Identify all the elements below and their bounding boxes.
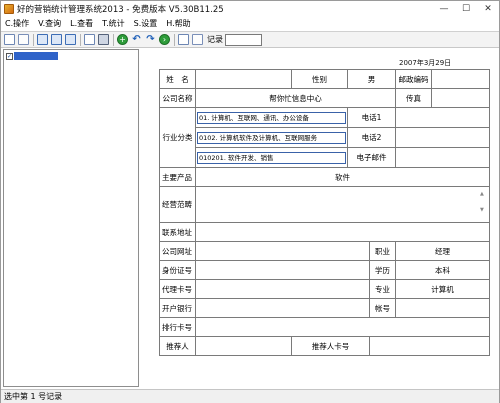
preview-icon[interactable]	[84, 34, 95, 45]
sort-label: 排行卡号	[159, 317, 196, 337]
toolbar-separator	[174, 33, 175, 46]
website-field[interactable]	[195, 241, 370, 261]
agent-field[interactable]	[195, 279, 370, 299]
referrer-field[interactable]	[195, 336, 292, 356]
industry-level3-field[interactable]: 010201. 软件开发、销售	[197, 151, 346, 164]
record-tree[interactable]: ✓	[3, 49, 139, 387]
website-label: 公司网址	[159, 241, 196, 261]
phone2-label: 电话2	[347, 127, 396, 148]
undo-icon[interactable]: ↶	[131, 34, 142, 45]
fax-field[interactable]	[431, 88, 490, 108]
toolbar-separator	[80, 33, 81, 46]
print-icon[interactable]	[98, 34, 109, 45]
address-label: 联系地址	[159, 222, 196, 242]
phone1-field[interactable]	[395, 107, 490, 128]
status-text: 选中第 1 号记录	[4, 392, 63, 401]
education-label: 学历	[369, 260, 396, 280]
email-label: 电子邮件	[347, 147, 396, 168]
product-label: 主要产品	[159, 167, 196, 187]
position-field[interactable]: 经理	[395, 241, 490, 261]
referrer-card-field[interactable]	[369, 336, 490, 356]
company-label: 公司名称	[159, 88, 196, 108]
name-field[interactable]	[195, 69, 292, 89]
address-field[interactable]	[195, 222, 490, 242]
fax-label: 传真	[395, 88, 432, 108]
app-icon	[4, 3, 14, 14]
name-label: 姓 名	[159, 69, 196, 89]
scope-field[interactable]: ▲ ▼	[195, 186, 490, 223]
export-icon[interactable]	[192, 34, 203, 45]
menu-statistics[interactable]: T.统计	[102, 18, 124, 29]
grid-view-icon[interactable]	[37, 34, 48, 45]
toolbar: + ↶ ↷ › 记录	[1, 31, 499, 48]
customer-form: 姓 名 性别 男 邮政编码 公司名称 帮你忙信息中心 传真 行业分类 01. 计…	[159, 69, 490, 356]
gender-label: 性别	[291, 69, 348, 89]
bank-field[interactable]	[195, 298, 370, 318]
menu-help[interactable]: H.帮助	[166, 18, 190, 29]
scope-label: 经营范畴	[159, 186, 196, 223]
email-field[interactable]	[395, 147, 490, 168]
sort-field[interactable]	[195, 317, 490, 337]
add-icon[interactable]: +	[117, 34, 128, 45]
record-date: 2007年3月29日	[399, 59, 452, 67]
gender-field[interactable]: 男	[347, 69, 396, 89]
referrer-card-label: 推荐人卡号	[291, 336, 370, 356]
industry-level1-field[interactable]: 01. 计算机、互联网、通讯、办公设备	[197, 111, 346, 124]
zip-label: 邮政编码	[395, 69, 432, 89]
maximize-button[interactable]: ☐	[455, 1, 477, 16]
vertical-scrollbar[interactable]	[493, 49, 497, 387]
bank-label: 开户银行	[159, 298, 196, 318]
menu-query[interactable]: V.查询	[38, 18, 61, 29]
save-icon[interactable]	[178, 34, 189, 45]
window-title: 好的营销统计管理系统2013 - 免费版本 V5.30B11.25	[17, 4, 224, 15]
industry-cell-3: 010201. 软件开发、销售	[195, 147, 348, 168]
idcard-field[interactable]	[195, 260, 370, 280]
record-label: 记录	[207, 35, 223, 44]
menu-settings[interactable]: S.设置	[134, 18, 158, 29]
toolbar-separator	[33, 33, 34, 46]
company-field[interactable]: 帮你忙信息中心	[195, 88, 396, 108]
menu-operate[interactable]: C.操作	[5, 18, 29, 29]
account-field[interactable]	[395, 298, 490, 318]
redo-icon[interactable]: ↷	[145, 34, 156, 45]
open-doc-icon[interactable]	[18, 34, 29, 45]
idcard-label: 身份证号	[159, 260, 196, 280]
record-input[interactable]	[225, 33, 262, 46]
tree-checkbox[interactable]: ✓	[6, 52, 13, 60]
minimize-button[interactable]: —	[433, 1, 455, 16]
scope-scroll-down-icon[interactable]: ▼	[480, 207, 485, 213]
phone1-label: 电话1	[347, 107, 396, 128]
new-doc-icon[interactable]	[4, 34, 15, 45]
close-button[interactable]: ✕	[477, 1, 499, 16]
agent-label: 代理卡号	[159, 279, 196, 299]
industry-label: 行业分类	[159, 107, 196, 168]
referrer-label: 推荐人	[159, 336, 196, 356]
education-field[interactable]: 本科	[395, 260, 490, 280]
window-controls: — ☐ ✕	[433, 1, 499, 16]
product-field[interactable]: 软件	[195, 167, 490, 187]
tree-item[interactable]: ✓	[6, 52, 58, 60]
industry-cell-1: 01. 计算机、互联网、通讯、办公设备	[195, 107, 348, 128]
tree-item-selected[interactable]	[14, 52, 58, 60]
major-label: 专业	[369, 279, 396, 299]
title-bar: 好的营销统计管理系统2013 - 免费版本 V5.30B11.25 — ☐ ✕	[1, 1, 499, 16]
card-view-icon[interactable]	[65, 34, 76, 45]
menu-bar: C.操作 V.查询 L.查看 T.统计 S.设置 H.帮助	[1, 16, 499, 30]
forward-icon[interactable]: ›	[159, 34, 170, 45]
scope-scroll-up-icon[interactable]: ▲	[480, 191, 485, 197]
phone2-field[interactable]	[395, 127, 490, 148]
industry-cell-2: 0102. 计算机软件及计算机、互联网服务	[195, 127, 348, 148]
major-field[interactable]: 计算机	[395, 279, 490, 299]
list-view-icon[interactable]	[51, 34, 62, 45]
zip-field[interactable]	[431, 69, 490, 89]
menu-view[interactable]: L.查看	[70, 18, 93, 29]
industry-level2-field[interactable]: 0102. 计算机软件及计算机、互联网服务	[197, 131, 346, 144]
account-label: 帐号	[369, 298, 396, 318]
app-window: 好的营销统计管理系统2013 - 免费版本 V5.30B11.25 — ☐ ✕ …	[0, 0, 500, 403]
toolbar-separator	[113, 33, 114, 46]
status-bar: 选中第 1 号记录	[1, 389, 499, 403]
position-label: 职业	[369, 241, 396, 261]
